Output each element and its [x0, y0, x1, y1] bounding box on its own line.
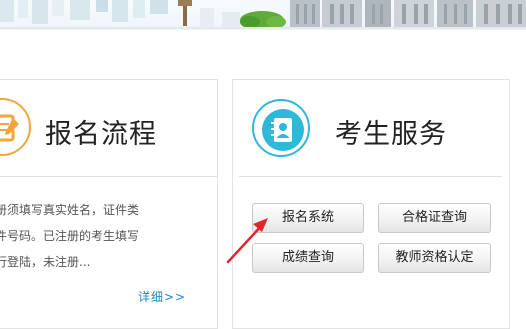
card-divider [239, 176, 502, 177]
card-divider [0, 176, 217, 177]
registration-process-title: 报名流程 [45, 119, 157, 150]
registration-process-card: 报名流程 未注册须填写真实姓名，证件类 及证件号码。已注册的考生填写 号进行登陆… [0, 79, 218, 329]
teacher-qualification-button[interactable]: 教师资格认定 [378, 243, 491, 273]
registration-system-button[interactable]: 报名系统 [252, 203, 364, 233]
edit-form-icon [0, 98, 31, 156]
description-line: 号进行登陆，未注册... [0, 255, 91, 269]
page: 报名流程 未注册须填写真实姓名，证件类 及证件号码。已注册的考生填写 号进行登陆… [0, 0, 526, 329]
description-line: 未注册须填写真实姓名，证件类 [0, 203, 140, 217]
score-query-button[interactable]: 成绩查询 [252, 243, 364, 273]
header-banner [0, 0, 526, 30]
candidate-services-title: 考生服务 [335, 119, 447, 150]
details-link[interactable]: 详细>> [138, 288, 186, 305]
banner-divider [0, 27, 526, 29]
description-line: 及证件号码。已注册的考生填写 [0, 229, 140, 243]
contact-book-icon [252, 99, 310, 157]
certificate-query-button[interactable]: 合格证查询 [378, 203, 491, 233]
registration-process-description: 未注册须填写真实姓名，证件类 及证件号码。已注册的考生填写 号进行登陆，未注册.… [0, 197, 186, 275]
city-skyline-illustration [0, 0, 526, 29]
candidate-services-card: 考生服务 报名系统 合格证查询 成绩查询 教师资格认定 [232, 79, 510, 329]
